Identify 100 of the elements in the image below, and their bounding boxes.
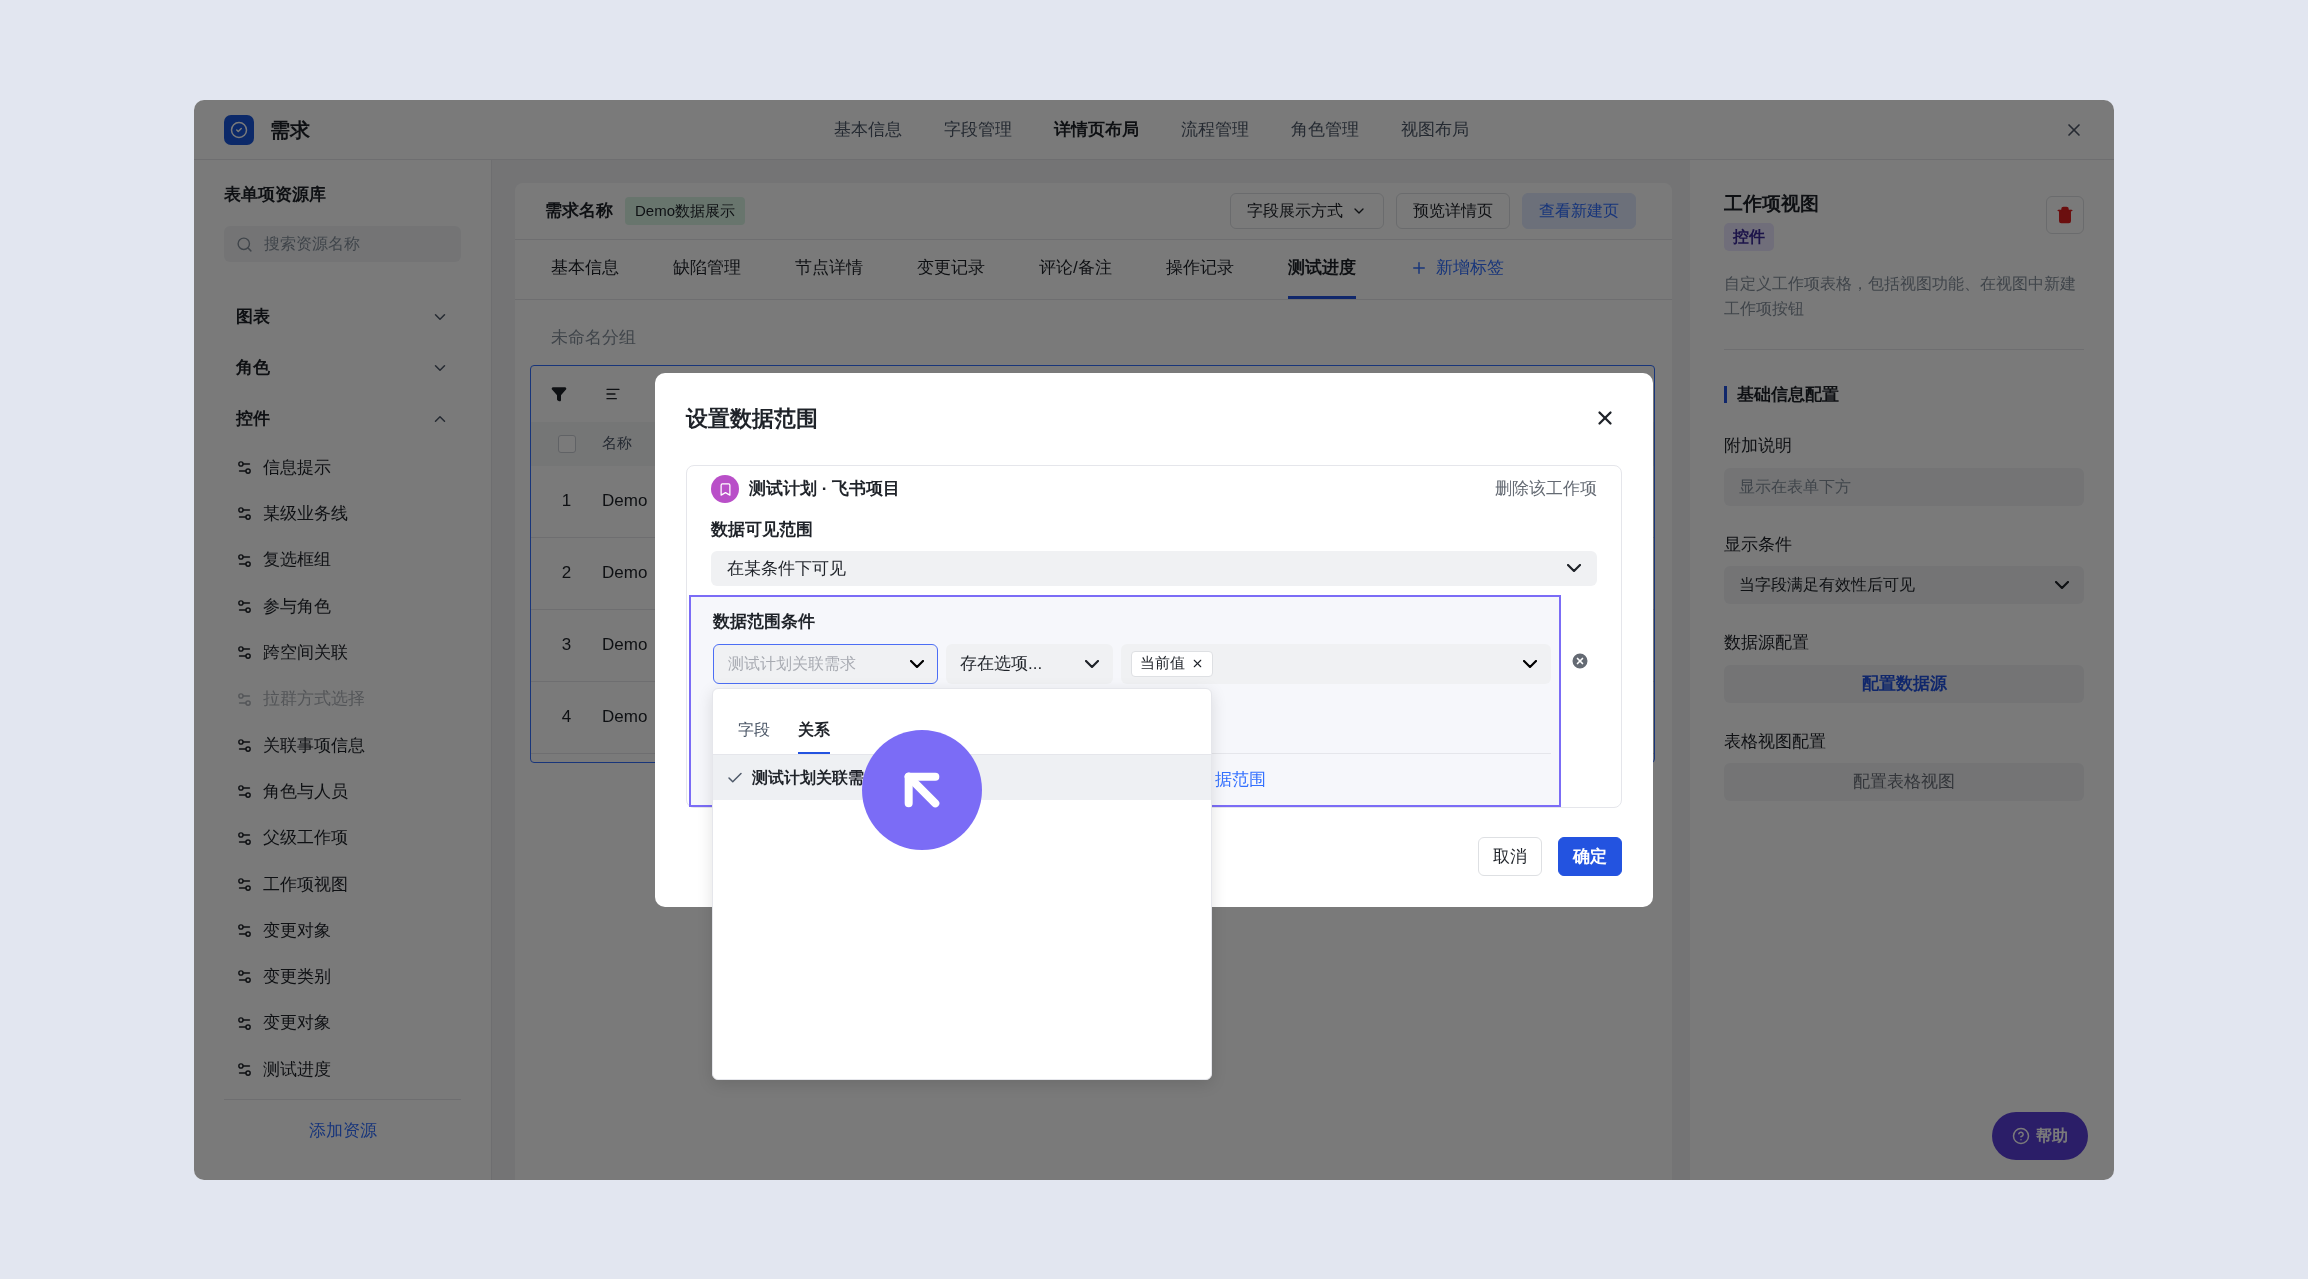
toolbar-button[interactable]: 字段展示方式 bbox=[1230, 193, 1384, 229]
row-number: 1 bbox=[560, 490, 573, 513]
accent-bar bbox=[1724, 385, 1727, 403]
field-label: 数据范围条件 bbox=[713, 611, 816, 633]
chevron-down-icon bbox=[1567, 564, 1581, 573]
sidebar-group[interactable]: 角色 bbox=[224, 342, 461, 394]
sidebar-item[interactable]: 变更对象 bbox=[224, 1000, 461, 1047]
sliders-icon bbox=[236, 690, 253, 708]
delete-item-link[interactable]: 删除该工作项 bbox=[1495, 476, 1597, 502]
sliders-icon bbox=[236, 1061, 253, 1078]
sliders-icon bbox=[236, 644, 253, 662]
sliders-icon bbox=[236, 829, 253, 847]
chevron-down-icon bbox=[1523, 659, 1537, 668]
sidebar-group[interactable]: 图表 bbox=[224, 291, 461, 343]
sliders-icon bbox=[236, 598, 253, 616]
sidebar-item[interactable]: 复选框组 bbox=[224, 537, 461, 584]
sidebar-group[interactable]: 控件 bbox=[224, 393, 461, 445]
page-tab[interactable]: 节点详情 bbox=[795, 240, 863, 299]
table-cell-text: Demo bbox=[602, 490, 648, 513]
sidebar-item[interactable]: 变更类别 bbox=[224, 953, 461, 1001]
sidebar-title: 表单项资源库 bbox=[224, 184, 327, 206]
field-select[interactable]: 测试计划关联需求 bbox=[713, 643, 938, 684]
sidebar-item[interactable]: 测试进度 bbox=[224, 1046, 461, 1093]
sliders-icon bbox=[236, 875, 253, 893]
page-tab[interactable]: 操作记录 bbox=[1165, 240, 1234, 299]
panel-description: 自定义工作项表格，包括视图功能、在视图中新建工作项按钮 bbox=[1724, 273, 2077, 319]
sidebar-item[interactable]: 跨空间关联 bbox=[224, 629, 461, 676]
row-number: 2 bbox=[560, 562, 573, 585]
sidebar-item[interactable]: 角色与人员 bbox=[224, 768, 461, 815]
sliders-icon bbox=[236, 736, 253, 754]
add-resource-link[interactable]: 添加资源 bbox=[308, 1117, 377, 1144]
field-label: 需求名称 bbox=[545, 200, 613, 223]
operator-select[interactable]: 存在选项... bbox=[946, 643, 1113, 684]
value-select[interactable]: 当前值 bbox=[1121, 643, 1551, 684]
search-icon bbox=[236, 235, 253, 253]
page-tab[interactable]: 评论/备注 bbox=[1039, 240, 1112, 299]
value-tag: 当前值 bbox=[1131, 650, 1213, 677]
page-tab[interactable]: 基本信息 bbox=[551, 240, 619, 299]
help-icon bbox=[2012, 1127, 2030, 1145]
config-button[interactable]: 配置数据源 bbox=[1724, 664, 2084, 703]
table-cell-text: Demo bbox=[602, 706, 648, 729]
page-tab[interactable]: 测试进度 bbox=[1287, 240, 1356, 299]
help-button[interactable]: 帮助 bbox=[1992, 1112, 2088, 1160]
bookmark-icon bbox=[711, 475, 739, 503]
toolbar-button[interactable]: 查看新建页 bbox=[1522, 193, 1636, 229]
sidebar-item[interactable]: 变更对象 bbox=[224, 907, 461, 954]
sidebar-item[interactable]: 工作项视图 bbox=[224, 861, 461, 908]
dialog-button[interactable]: 确定 bbox=[1558, 837, 1622, 876]
sliders-icon bbox=[236, 551, 253, 569]
chevron-down-icon bbox=[2055, 581, 2069, 589]
nav-tab[interactable]: 流程管理 bbox=[1181, 116, 1249, 143]
sliders-icon bbox=[236, 1014, 253, 1032]
row-number: 4 bbox=[560, 706, 573, 729]
panel-title: 工作项视图 bbox=[1724, 192, 1819, 216]
column-header: 名称 bbox=[602, 433, 632, 454]
field-label: 数据可见范围 bbox=[711, 519, 814, 541]
sliders-icon bbox=[236, 968, 253, 986]
checkbox[interactable] bbox=[557, 434, 576, 453]
dialog-button[interactable]: 取消 bbox=[1478, 837, 1542, 876]
sliders-icon bbox=[236, 922, 253, 940]
sidebar-item[interactable]: 信息提示 bbox=[224, 444, 461, 491]
sidebar-item[interactable]: 父级工作项 bbox=[224, 814, 461, 862]
nav-tab[interactable]: 视图布局 bbox=[1401, 116, 1469, 143]
row-number: 3 bbox=[560, 634, 573, 657]
field-label: 附加说明 bbox=[1724, 435, 1793, 457]
sliders-icon bbox=[236, 783, 253, 801]
nav-tab[interactable]: 字段管理 bbox=[944, 116, 1012, 143]
filter-icon[interactable] bbox=[551, 385, 567, 402]
page-tab[interactable]: 变更记录 bbox=[917, 240, 985, 299]
nav-tab[interactable]: 基本信息 bbox=[834, 116, 902, 143]
field-label: 表格视图配置 bbox=[1724, 730, 1827, 753]
toolbar-button[interactable]: 预览详情页 bbox=[1396, 193, 1510, 229]
app-logo-icon bbox=[224, 114, 254, 145]
chevron-down-icon bbox=[1085, 659, 1099, 668]
nav-tab[interactable]: 详情页布局 bbox=[1054, 116, 1139, 143]
dropdown-tab[interactable]: 字段 bbox=[738, 718, 770, 754]
add-tab-button[interactable]: 新增标签 bbox=[1409, 240, 1504, 299]
sidebar-item[interactable]: 关联事项信息 bbox=[224, 722, 461, 769]
delete-button[interactable] bbox=[2046, 196, 2084, 234]
table-cell-text: Demo bbox=[602, 634, 648, 657]
sliders-icon bbox=[236, 459, 253, 477]
chevron-down-icon bbox=[910, 659, 924, 668]
sidebar-item[interactable]: 某级业务线 bbox=[224, 490, 461, 538]
sliders-icon bbox=[236, 505, 253, 523]
field-label: 显示条件 bbox=[1724, 533, 1793, 556]
item-title: 测试计划 · 飞书项目 bbox=[749, 478, 901, 501]
add-range-link[interactable]: 据范围 bbox=[1215, 766, 1551, 792]
remove-tag-icon[interactable] bbox=[1191, 657, 1204, 670]
group-title: 未命名分组 bbox=[551, 327, 637, 349]
field-label: 数据源配置 bbox=[1724, 632, 1810, 654]
select-field[interactable]: 在某条件下可见 bbox=[711, 550, 1597, 586]
page-tab[interactable]: 缺陷管理 bbox=[673, 240, 741, 299]
tag: Demo数据展示 bbox=[625, 196, 745, 226]
select-field[interactable]: 当字段满足有效性后可见 bbox=[1724, 566, 2084, 604]
tag: 控件 bbox=[1724, 222, 1774, 251]
trash-icon bbox=[2056, 206, 2074, 224]
dialog-title: 设置数据范围 bbox=[686, 404, 818, 433]
window-title: 需求 bbox=[270, 117, 310, 143]
nav-tab[interactable]: 角色管理 bbox=[1291, 116, 1359, 143]
sidebar-item[interactable]: 参与角色 bbox=[224, 583, 461, 630]
